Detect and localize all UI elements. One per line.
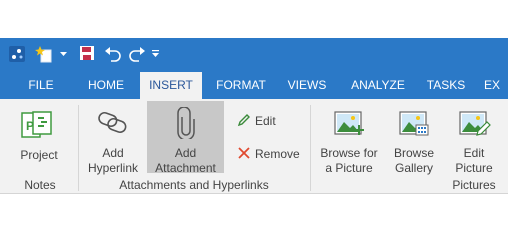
add-attachment-button[interactable]: Add Attachment xyxy=(147,101,224,175)
group-divider xyxy=(78,105,79,191)
remove-label: Remove xyxy=(255,147,300,161)
edit-picture-label-line2: Picture xyxy=(455,161,493,175)
edit-picture-label-line1: Edit xyxy=(463,146,485,160)
ribbon-tab-strip: FILE HOME INSERT FORMAT VIEWS ANALYZE TA… xyxy=(0,69,508,99)
ribbon-panel: P Project Notes Add Hyperlink Add Attach… xyxy=(0,99,508,194)
project-icon: P xyxy=(21,111,52,138)
paperclip-icon xyxy=(177,107,195,139)
dropdown-arrow-icon[interactable] xyxy=(60,50,68,58)
undo-icon[interactable] xyxy=(104,45,122,63)
edit-picture-button[interactable]: Edit Picture xyxy=(448,103,500,175)
browse-picture-label-line2: a Picture xyxy=(325,161,373,175)
tab-home[interactable]: HOME xyxy=(80,69,132,99)
add-attachment-label-line2: Attachment xyxy=(155,161,216,175)
browse-gallery-label-line1: Browse xyxy=(393,146,434,160)
add-hyperlink-label-line1: Add xyxy=(102,146,124,160)
tab-ex-truncated[interactable]: EX xyxy=(484,69,508,99)
project-button[interactable]: P Project xyxy=(4,103,74,175)
customize-qat-icon[interactable] xyxy=(152,49,160,59)
tab-views[interactable]: VIEWS xyxy=(283,69,331,99)
picture-browse-icon xyxy=(334,111,364,135)
new-item-icon[interactable] xyxy=(35,45,55,63)
tab-insert[interactable]: INSERT xyxy=(140,72,202,99)
picture-edit-icon xyxy=(459,111,491,136)
browse-gallery-button[interactable]: Browse Gallery xyxy=(388,103,440,175)
edit-button[interactable]: Edit xyxy=(236,111,296,131)
edit-label: Edit xyxy=(255,114,276,128)
quick-access-toolbar xyxy=(0,38,508,69)
tab-file[interactable]: FILE xyxy=(22,69,60,99)
hyperlink-chain-icon xyxy=(98,111,127,133)
browse-picture-label-line1: Browse for xyxy=(320,146,378,160)
redo-icon[interactable] xyxy=(128,45,146,63)
browse-picture-button[interactable]: Browse for a Picture xyxy=(314,103,384,175)
group-divider xyxy=(310,105,311,191)
group-label-attachments: Attachments and Hyperlinks xyxy=(119,178,269,192)
tab-tasks[interactable]: TASKS xyxy=(423,69,469,99)
project-label: Project xyxy=(20,148,58,162)
tab-analyze[interactable]: ANALYZE xyxy=(345,69,411,99)
add-hyperlink-label-line2: Hyperlink xyxy=(87,161,138,175)
group-label-pictures: Pictures xyxy=(452,178,496,192)
app-icon[interactable] xyxy=(8,45,26,63)
browse-gallery-label-line2: Gallery xyxy=(394,161,433,175)
gallery-icon xyxy=(399,111,429,136)
remove-x-icon xyxy=(238,147,250,159)
save-icon[interactable] xyxy=(79,45,95,61)
group-label-notes: Notes xyxy=(24,178,56,192)
remove-button[interactable]: Remove xyxy=(236,144,306,164)
pencil-icon xyxy=(237,114,250,127)
svg-text:P: P xyxy=(26,119,34,133)
tab-format[interactable]: FORMAT xyxy=(212,69,270,99)
add-attachment-label-line1: Add xyxy=(174,146,197,160)
add-hyperlink-button[interactable]: Add Hyperlink xyxy=(80,103,146,175)
